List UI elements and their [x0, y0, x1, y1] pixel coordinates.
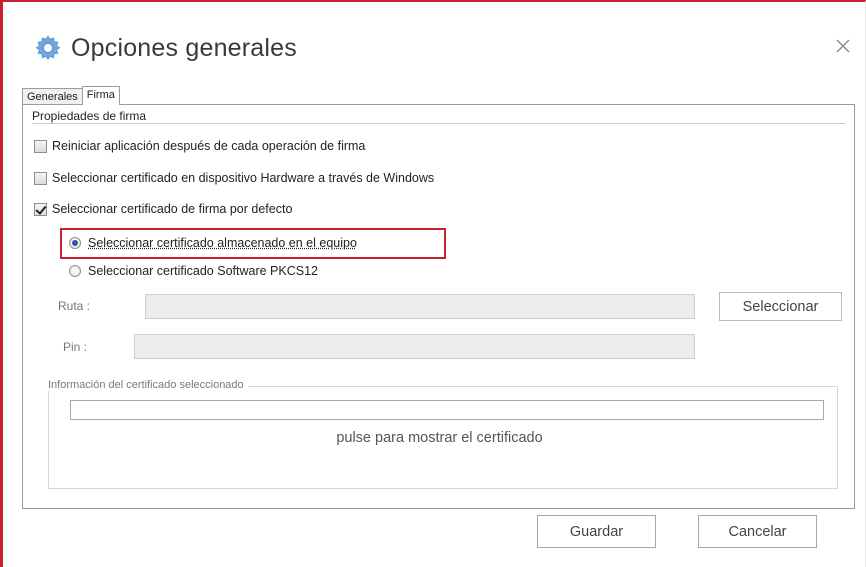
tab-firma[interactable]: Firma	[81, 86, 120, 105]
pkcs12-label: Seleccionar certificado Software PKCS12	[88, 264, 318, 278]
checkbox-row-hardware[interactable]: Seleccionar certificado en dispositivo H…	[34, 171, 434, 185]
tab-generales[interactable]: Generales	[22, 88, 83, 105]
show-certificate-link[interactable]: pulse para mostrar el certificado	[23, 430, 856, 446]
radio-row-pkcs12[interactable]: Seleccionar certificado Software PKCS12	[69, 264, 318, 278]
almacenado-radio[interactable]	[69, 237, 81, 249]
close-button[interactable]	[833, 36, 853, 56]
cert-info-title: Información del certificado seleccionado	[48, 379, 248, 391]
seleccionar-button[interactable]: Seleccionar	[719, 292, 842, 321]
hardware-label: Seleccionar certificado en dispositivo H…	[52, 171, 435, 185]
tab-strip: Generales Firma	[22, 86, 120, 105]
save-button[interactable]: Guardar	[537, 515, 656, 548]
firma-tab-panel: Propiedades de firma Reiniciar aplicació…	[22, 104, 855, 509]
por-defecto-checkbox[interactable]	[34, 202, 47, 216]
gear-icon	[35, 35, 61, 61]
pin-label: Pin :	[63, 340, 88, 354]
options-dialog: Opciones generales Generales Firma Propi…	[0, 0, 866, 567]
group-divider	[32, 123, 845, 124]
group-title-propiedades: Propiedades de firma	[32, 109, 147, 123]
title-bar: Opciones generales	[33, 28, 297, 68]
ruta-label: Ruta :	[58, 299, 91, 313]
cancel-button[interactable]: Cancelar	[698, 515, 817, 548]
cert-info-field[interactable]	[70, 400, 824, 420]
hardware-checkbox[interactable]	[34, 171, 47, 185]
pkcs12-radio[interactable]	[69, 265, 81, 277]
radio-row-almacenado[interactable]: Seleccionar certificado almacenado en el…	[69, 236, 357, 250]
ruta-field[interactable]	[145, 294, 695, 319]
reiniciar-checkbox[interactable]	[34, 139, 47, 153]
checkbox-row-por-defecto[interactable]: Seleccionar certificado de firma por def…	[34, 202, 292, 216]
reiniciar-label: Reiniciar aplicación después de cada ope…	[52, 139, 366, 153]
dialog-title: Opciones generales	[71, 33, 297, 62]
pin-field[interactable]	[134, 334, 695, 359]
almacenado-label: Seleccionar certificado almacenado en el…	[88, 236, 357, 250]
por-defecto-label: Seleccionar certificado de firma por def…	[52, 202, 293, 216]
close-icon	[836, 39, 850, 53]
checkbox-row-reiniciar[interactable]: Reiniciar aplicación después de cada ope…	[34, 139, 365, 153]
